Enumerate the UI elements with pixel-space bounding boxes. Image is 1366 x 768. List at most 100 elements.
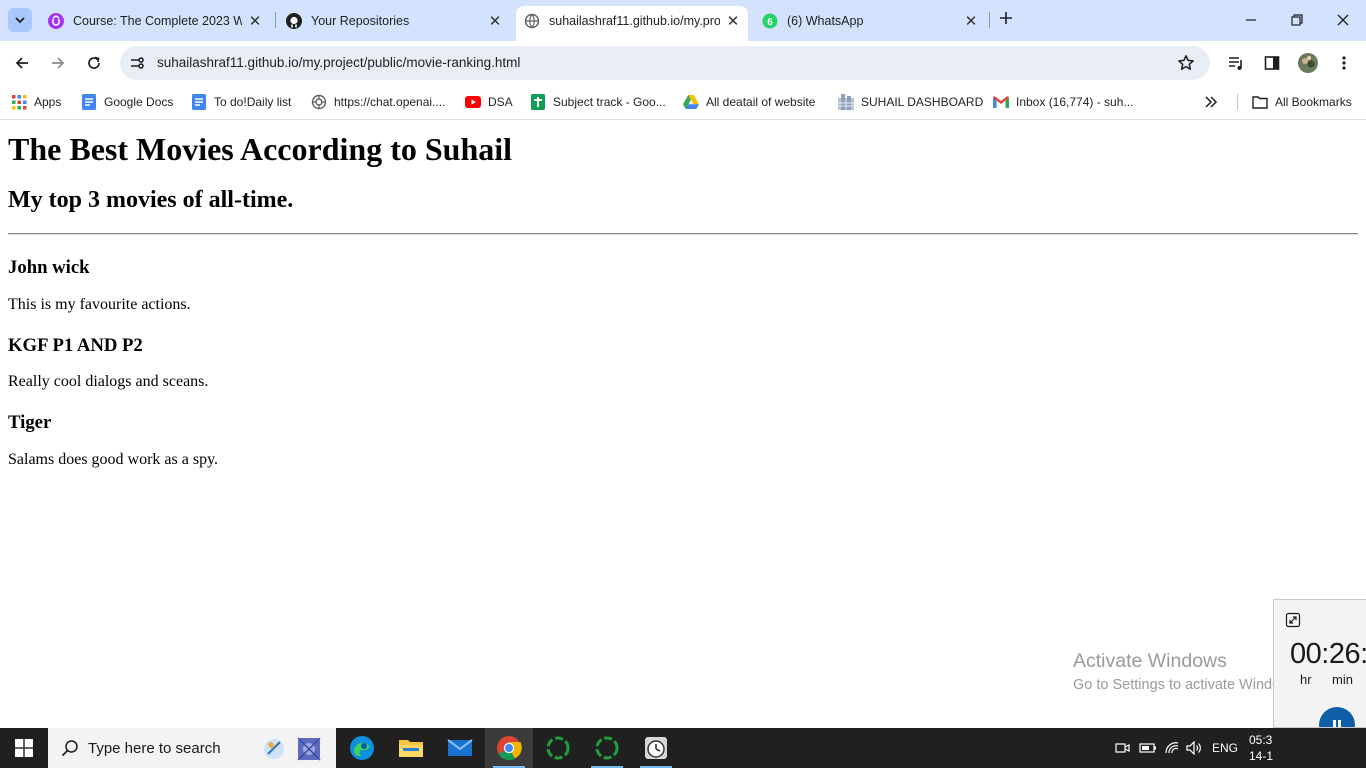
gmail-icon (993, 94, 1009, 110)
folder-icon (399, 740, 423, 757)
search-highlight-icon[interactable] (258, 732, 328, 764)
taskbar-file-explorer[interactable] (387, 728, 435, 768)
back-button[interactable] (8, 49, 36, 77)
reload-icon (88, 56, 100, 69)
close-icon[interactable]: ✕ (724, 12, 742, 30)
tray-language[interactable]: ENG (1209, 728, 1241, 768)
taskbar-chrome[interactable] (485, 728, 533, 768)
drive-icon (683, 94, 699, 110)
watermark-subtitle: Go to Settings to activate Windows. (1073, 677, 1302, 693)
tab-separator (989, 12, 990, 28)
tray-battery[interactable] (1138, 728, 1158, 768)
mail-icon (447, 739, 473, 756)
docs-icon (81, 94, 97, 110)
dashboard-icon (838, 94, 854, 110)
bookmarks-overflow-button[interactable] (1204, 92, 1218, 112)
windows-taskbar: Type here to search ENG 05:3 14-1 (0, 728, 1366, 768)
github-icon (286, 12, 302, 29)
bookmark-gmail-inbox[interactable]: Inbox (16,774) - suh... (993, 92, 1133, 112)
timer-min-label: min (1332, 672, 1353, 687)
tab-whatsapp[interactable]: 6 (6) WhatsApp ✕ (754, 6, 986, 35)
search-icon (60, 738, 80, 758)
tab-strip: Course: The Complete 2023 We ✕ Your Repo… (0, 0, 1366, 41)
timer-hr-label: hr (1300, 672, 1312, 687)
taskbar-mail[interactable] (436, 728, 484, 768)
movie-description: Salams does good work as a spy. (8, 451, 219, 468)
bookmark-subject-track[interactable]: Subject track - Goo... (530, 92, 666, 112)
bookmark-all-detail-website[interactable]: All deatail of website (683, 92, 815, 112)
udemy-icon (48, 12, 64, 29)
bookmark-label: All deatail of website (706, 95, 816, 109)
movie-description: This is my favourite actions. (8, 296, 191, 313)
chrome-icon (497, 736, 522, 761)
docs-icon (191, 94, 207, 110)
bookmark-google-docs[interactable]: Google Docs (81, 92, 173, 112)
new-tab-button[interactable] (996, 10, 1016, 30)
bookmark-label: Inbox (16,774) - suh... (1016, 95, 1134, 109)
taskbar-app-loader-1[interactable] (534, 728, 582, 768)
pause-button[interactable] (1319, 707, 1355, 727)
bookmark-label: SUHAIL DASHBOARD (861, 95, 984, 109)
chrome-menu-button[interactable] (1330, 49, 1358, 77)
youtube-icon (465, 94, 481, 110)
url-text[interactable]: suhailashraf11.github.io/my.project/publ… (157, 55, 520, 70)
tab-search-button[interactable] (8, 8, 32, 32)
tab-movie-ranking-active[interactable]: suhailashraf11.github.io/my.pro ✕ (516, 6, 748, 41)
clock-date: 14-1 (1249, 749, 1274, 763)
tab-title: suhailashraf11.github.io/my.pro (549, 13, 720, 28)
close-window-button[interactable] (1320, 0, 1366, 40)
taskbar-search-box[interactable]: Type here to search (48, 728, 336, 768)
tray-network[interactable] (1162, 728, 1182, 768)
tab-your-repositories[interactable]: Your Repositories ✕ (278, 6, 510, 35)
profile-avatar[interactable] (1294, 49, 1322, 77)
bookmark-chat-openai[interactable]: https://chat.openai.... (311, 92, 445, 112)
close-icon[interactable]: ✕ (486, 12, 504, 30)
double-chevron-right-icon (1205, 96, 1218, 108)
close-icon[interactable]: ✕ (246, 12, 264, 30)
media-control-button[interactable] (1222, 49, 1250, 77)
camera-icon (1115, 743, 1130, 753)
arrow-left-icon (15, 57, 28, 69)
all-bookmarks-folder[interactable]: All Bookmarks (1252, 92, 1352, 112)
chevron-down-icon (15, 17, 25, 24)
whatsapp-icon: 6 (762, 13, 778, 29)
speaker-icon (1186, 741, 1201, 755)
horizontal-rule (8, 233, 1358, 235)
page-title: The Best Movies According to Suhail (8, 131, 513, 167)
bookmark-apps[interactable]: Apps (11, 92, 61, 112)
taskbar-clock-app[interactable] (632, 728, 680, 768)
tab-title: Course: The Complete 2023 We (73, 13, 242, 28)
tab-udemy-course[interactable]: Course: The Complete 2023 We ✕ (40, 6, 270, 35)
taskbar-clock[interactable]: 05:3 14-1 (1249, 732, 1273, 764)
address-bar[interactable]: suhailashraf11.github.io/my.project/publ… (120, 46, 1210, 80)
close-icon[interactable]: ✕ (962, 12, 980, 30)
site-info-icon[interactable] (128, 54, 146, 72)
globe-icon (524, 13, 540, 29)
expand-icon[interactable] (1285, 612, 1301, 628)
arrow-right-icon (52, 57, 65, 69)
battery-icon (1139, 743, 1156, 753)
bookmark-dsa[interactable]: DSA (465, 92, 513, 112)
side-panel-button[interactable] (1258, 49, 1286, 77)
bookmark-todo-daily-list[interactable]: To do!Daily list (191, 92, 291, 112)
tray-volume[interactable] (1185, 728, 1205, 768)
svg-text:6: 6 (767, 17, 773, 28)
bookmark-star-icon[interactable] (1176, 53, 1196, 73)
bookmark-suhail-dashboard[interactable]: SUHAIL DASHBOARD (838, 92, 983, 112)
taskbar-edge[interactable] (338, 728, 386, 768)
minimize-icon (1246, 19, 1256, 21)
alarm-clock-icon (645, 737, 667, 759)
apps-grid-icon (11, 94, 27, 110)
reload-button[interactable] (80, 49, 108, 77)
start-button[interactable] (0, 728, 48, 768)
minimize-button[interactable] (1228, 0, 1274, 40)
restore-button[interactable] (1274, 0, 1320, 40)
taskbar-app-loader-2[interactable] (583, 728, 631, 768)
forward-button[interactable] (44, 49, 72, 77)
bookmark-label: Subject track - Goo... (553, 95, 666, 109)
tab-title: (6) WhatsApp (787, 13, 864, 28)
tray-meet-now[interactable] (1113, 728, 1133, 768)
avatar (1298, 53, 1318, 73)
bookmarks-bar: Apps Google Docs To do!Daily list https:… (0, 84, 1366, 120)
openai-icon (311, 94, 327, 110)
